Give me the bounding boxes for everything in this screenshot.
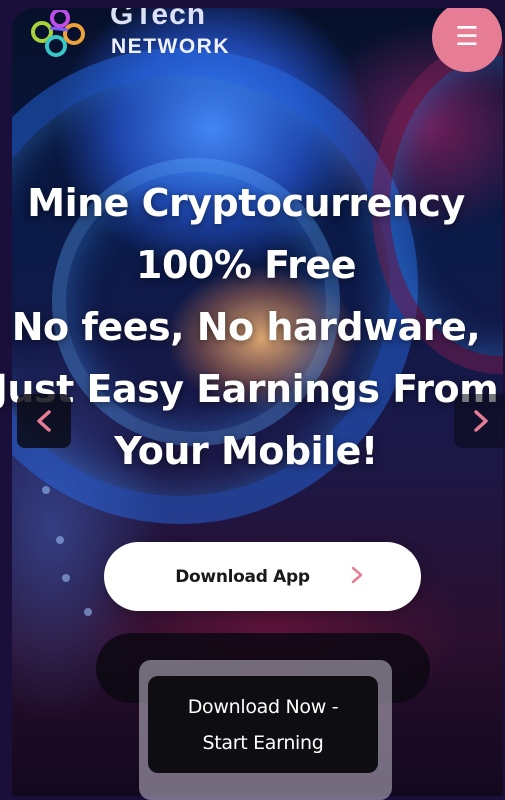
brand-subtitle: NETWORK (111, 35, 230, 58)
network-nodes-icon[interactable] (28, 8, 88, 60)
background-dot (56, 536, 64, 544)
hamburger-menu-icon: ☰ (455, 22, 479, 52)
download-app-button[interactable]: Download App (104, 542, 421, 611)
popup-line-2: Start Earning (202, 731, 324, 754)
brand-name: GTech (110, 8, 207, 31)
chevron-right-icon (474, 410, 488, 432)
hero-line: Just Easy Earnings From (0, 367, 499, 411)
background-dot (62, 574, 70, 582)
hero-line: No fees, No hardware, (11, 305, 481, 349)
hero-headline: Mine Cryptocurrency 100% Free No fees, N… (0, 172, 505, 482)
background-dot (84, 608, 92, 616)
download-now-popup[interactable]: Download Now - Start Earning (148, 676, 378, 773)
chevron-right-icon (351, 566, 363, 584)
chevron-left-icon (37, 410, 51, 432)
hero-line: Mine Cryptocurrency (27, 181, 465, 225)
hero-line: 100% Free (136, 243, 356, 287)
background-dot (42, 486, 50, 494)
hero-line: Your Mobile! (114, 429, 378, 473)
popup-line-1: Download Now - (187, 695, 339, 718)
download-app-label: Download App (175, 566, 310, 587)
carousel-prev-button[interactable] (17, 394, 71, 448)
carousel-next-button[interactable] (454, 394, 505, 448)
